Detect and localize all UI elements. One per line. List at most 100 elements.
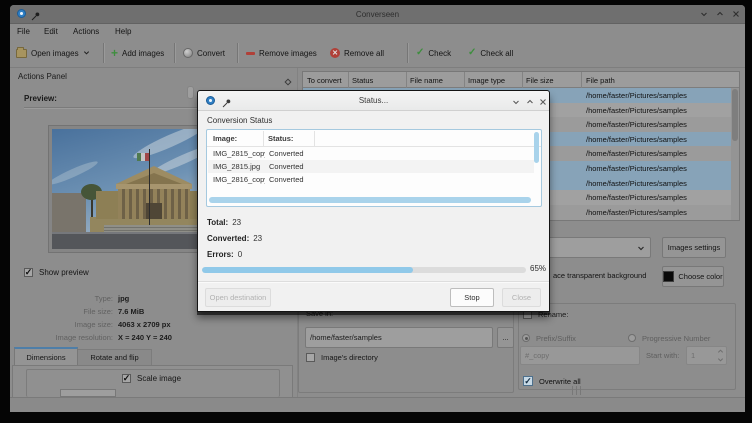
convert-button[interactable]: Convert xyxy=(183,44,225,62)
scale-image-checkbox[interactable] xyxy=(122,374,131,383)
toolbar-separator xyxy=(174,43,176,63)
close-icon[interactable] xyxy=(536,95,549,108)
info-label: Image size: xyxy=(39,320,113,329)
total-row: Total: 23 xyxy=(207,218,241,227)
width-field-clipped[interactable] xyxy=(60,389,116,397)
table-scrollbar-thumb[interactable] xyxy=(732,89,738,141)
menu-help[interactable]: Help xyxy=(112,25,134,38)
info-value: 7.6 MiB xyxy=(118,307,144,316)
converted-value: 23 xyxy=(253,234,262,243)
window-title: Converseen xyxy=(10,10,745,19)
tab-dimensions[interactable]: Dimensions xyxy=(14,347,78,366)
maximize-icon[interactable] xyxy=(523,95,536,108)
column-divider[interactable] xyxy=(348,72,349,88)
file-path-cell: /home/faster/Pictures/samples xyxy=(586,120,687,129)
replace-transparent-label-fragment[interactable]: ace transparent background xyxy=(553,271,646,280)
file-path-cell: /home/faster/Pictures/samples xyxy=(586,193,687,202)
total-value: 23 xyxy=(232,218,241,227)
column-divider[interactable] xyxy=(522,72,523,88)
dialog-hscrollbar-thumb[interactable] xyxy=(209,197,531,203)
info-value: X = 240 Y = 240 xyxy=(118,333,172,342)
chevron-down-icon xyxy=(637,244,645,254)
file-path-cell: /home/faster/Pictures/samples xyxy=(586,164,687,173)
status-table: Image: Status: IMG_2815_copy.jpgConverte… xyxy=(206,129,542,207)
maximize-icon[interactable] xyxy=(714,8,726,20)
status-bar xyxy=(10,397,745,412)
choose-color-label: Choose color xyxy=(678,272,722,281)
menu-actions[interactable]: Actions xyxy=(70,25,102,38)
check-all-button[interactable]: ✓ Check all xyxy=(468,44,513,62)
folder-open-icon xyxy=(16,49,27,58)
splitter-grip[interactable] xyxy=(572,386,586,395)
prefix-suffix-label: Prefix/Suffix xyxy=(536,334,576,343)
show-preview-checkbox[interactable] xyxy=(24,268,33,277)
open-images-button[interactable]: Open images xyxy=(16,44,90,62)
col-file-name[interactable]: File name xyxy=(410,76,443,85)
open-destination-button: Open destination xyxy=(205,288,271,307)
images-settings-button[interactable]: Images settings xyxy=(662,237,726,258)
image-cell: IMG_2815.jpg xyxy=(213,162,265,171)
close-icon[interactable] xyxy=(730,8,742,20)
panel-scrollbar[interactable] xyxy=(187,86,194,99)
pin-icon[interactable] xyxy=(222,95,232,113)
rename-pattern-input: #_copy xyxy=(520,346,640,365)
col-to-convert[interactable]: To convert xyxy=(307,76,342,85)
pin-icon[interactable] xyxy=(31,8,41,26)
save-path-input[interactable]: /home/faster/samples xyxy=(305,327,493,348)
plus-icon: + xyxy=(111,48,118,58)
overwrite-all-checkbox[interactable] xyxy=(523,376,533,386)
show-preview-label: Show preview xyxy=(39,268,89,277)
minus-icon xyxy=(246,52,255,55)
col-image-type[interactable]: Image type xyxy=(468,76,505,85)
minimize-icon[interactable] xyxy=(698,8,710,20)
check-label: Check xyxy=(428,49,451,58)
status-row[interactable]: IMG_2815.jpg Converted xyxy=(208,160,534,173)
prefix-suffix-radio xyxy=(522,334,530,342)
file-path-cell: /home/faster/Pictures/samples xyxy=(586,179,687,188)
street xyxy=(52,234,212,249)
main-titlebar[interactable]: Converseen xyxy=(10,5,745,24)
column-divider[interactable] xyxy=(464,72,465,88)
col-file-size[interactable]: File size xyxy=(526,76,554,85)
images-directory-checkbox[interactable] xyxy=(306,353,315,362)
preview-image xyxy=(52,129,212,249)
menu-edit[interactable]: Edit xyxy=(41,25,61,38)
dialog-titlebar[interactable]: Status... xyxy=(198,91,549,111)
pediment-shade xyxy=(126,173,182,184)
col-status[interactable]: Status xyxy=(352,76,373,85)
browse-button[interactable]: ... xyxy=(497,327,514,348)
status-row[interactable]: IMG_2816_copy.jpgConverted xyxy=(208,173,534,186)
tab-rotate-and-flip[interactable]: Rotate and flip xyxy=(78,349,152,366)
column-divider xyxy=(263,131,264,147)
col-file-path[interactable]: File path xyxy=(586,76,615,85)
open-images-label: Open images xyxy=(31,49,79,58)
panel-float-icon[interactable] xyxy=(284,73,292,91)
menu-file[interactable]: File xyxy=(14,25,33,38)
remove-images-label: Remove images xyxy=(259,49,317,58)
images-directory-label[interactable]: Image's directory xyxy=(321,353,378,362)
status-row[interactable]: IMG_2815_copy.jpgConverted xyxy=(208,147,534,160)
check-all-label: Check all xyxy=(480,49,513,58)
close-button: Close xyxy=(502,288,541,307)
column-divider[interactable] xyxy=(581,72,582,88)
col-image[interactable]: Image: xyxy=(213,134,237,143)
choose-color-button[interactable]: Choose color xyxy=(662,266,724,287)
check-button[interactable]: ✓ Check xyxy=(416,44,451,62)
status-cell: Converted xyxy=(269,162,304,171)
remove-images-button[interactable]: Remove images xyxy=(246,44,317,62)
column-divider[interactable] xyxy=(406,72,407,88)
status-dialog: Status... Conversion Status Image: Statu… xyxy=(197,90,550,312)
status-cell: Converted xyxy=(269,175,304,184)
remove-all-button[interactable]: ✕ Remove all xyxy=(330,44,384,62)
dialog-vscrollbar-thumb[interactable] xyxy=(534,132,539,163)
add-images-button[interactable]: + Add images xyxy=(111,44,164,62)
col-status[interactable]: Status: xyxy=(268,134,293,143)
convert-label: Convert xyxy=(197,49,225,58)
stop-button[interactable]: Stop xyxy=(450,288,494,307)
status-table-header[interactable] xyxy=(207,130,541,147)
toolbar-separator xyxy=(407,43,409,63)
overwrite-all-label[interactable]: Overwrite all xyxy=(539,377,581,386)
minimize-icon[interactable] xyxy=(509,95,522,108)
building-wing-left xyxy=(96,191,118,219)
info-label: Image resolution: xyxy=(39,333,113,342)
